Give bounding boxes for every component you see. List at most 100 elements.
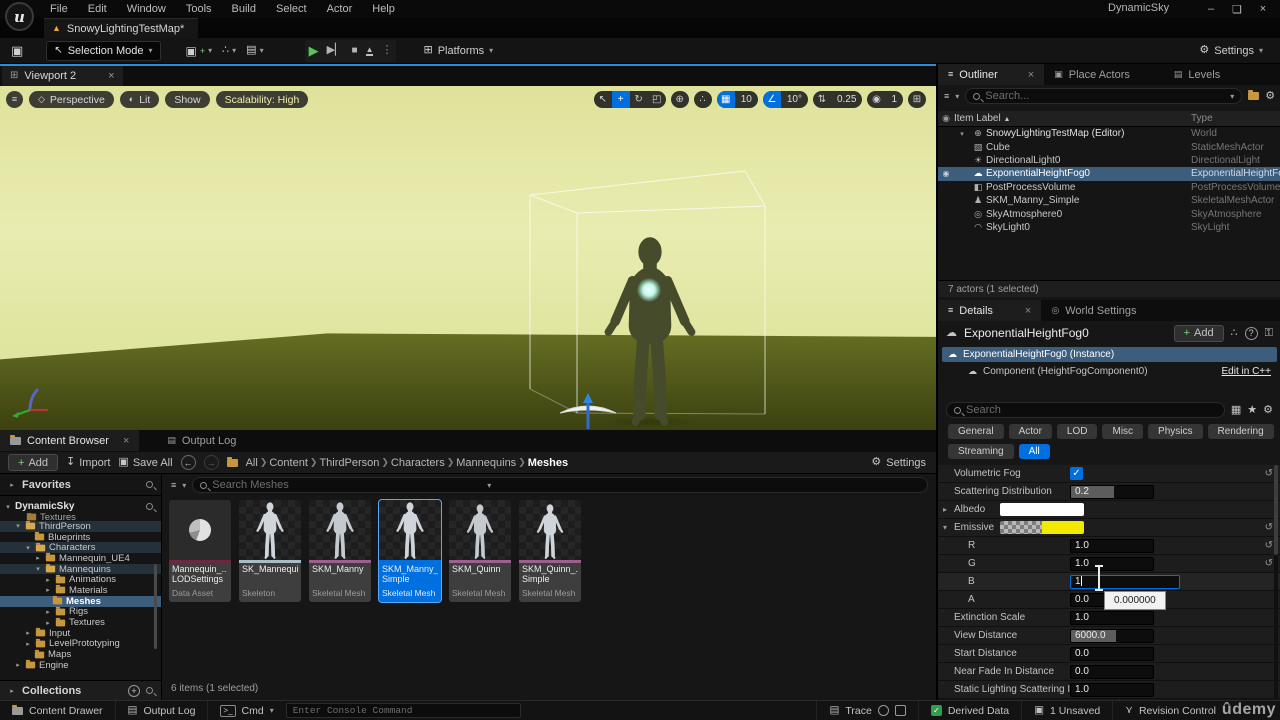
save-icon[interactable]: ▣ (6, 42, 28, 60)
minimize-button[interactable]: – (1198, 3, 1224, 15)
outliner-search[interactable]: ▾ (965, 88, 1242, 104)
translate-gizmo[interactable] (556, 391, 620, 431)
tree-item-maps[interactable]: Maps (0, 649, 161, 660)
tree-item-levelprototyping[interactable]: ▸ LevelPrototyping (0, 639, 161, 650)
menu-item-select[interactable]: Select (266, 3, 317, 15)
tree-item-textures-clipped[interactable]: Textures (0, 513, 161, 521)
cinematics-button[interactable]: ▤▾ (241, 42, 268, 60)
scale-snap-value[interactable]: 0.25 (831, 91, 862, 108)
close-icon[interactable]: × (1025, 305, 1031, 317)
collections-header[interactable]: ▸ Collections + (0, 680, 161, 700)
outliner-row[interactable]: ▾ ⊕ SnowyLightingTestMap (Editor) World (938, 127, 1280, 140)
move-tool-icon[interactable]: + (612, 91, 630, 108)
tree-item-characters[interactable]: ▾ Characters (0, 542, 161, 553)
close-button[interactable]: × (1250, 3, 1276, 15)
reset-icon[interactable]: ↺ (1265, 522, 1273, 533)
expand-arrow-icon[interactable]: ▸ (938, 505, 952, 514)
reset-icon[interactable]: ↺ (1265, 558, 1273, 569)
tree-item-thirdperson[interactable]: ▾ ThirdPerson (0, 521, 161, 532)
trace-button[interactable]: ▤ Trace (816, 701, 917, 720)
collapse-arrow-icon[interactable]: ▾ (938, 523, 952, 532)
near-fade-in-distance-field[interactable]: 0.0 (1070, 665, 1154, 679)
menu-item-window[interactable]: Window (117, 3, 176, 15)
menu-item-actor[interactable]: Actor (317, 3, 363, 15)
outliner-search-input[interactable] (985, 90, 1225, 102)
settings-dropdown[interactable]: ⚙ Settings ▾ (1194, 42, 1268, 60)
search-icon[interactable] (146, 481, 153, 488)
menu-item-tools[interactable]: Tools (176, 3, 222, 15)
item-label-column[interactable]: Item Label ▲ (954, 113, 1191, 124)
camera-speed-icon[interactable]: ◉ (867, 91, 885, 108)
output-log-button[interactable]: ▤ Output Log (116, 701, 209, 720)
emissive-color-swatch[interactable] (1000, 521, 1084, 534)
component-row-instance[interactable]: ☁ ExponentialHeightFog0 (Instance) (942, 347, 1277, 362)
level-tab[interactable]: ▲ SnowyLightingTestMap* (44, 18, 198, 38)
maximize-viewport-icon[interactable]: ⊞ (908, 91, 926, 108)
eject-icon[interactable]: ▲ (366, 46, 374, 56)
console-command-input[interactable] (293, 705, 514, 716)
r-field[interactable]: 1.0 (1070, 539, 1154, 553)
details-search[interactable] (946, 402, 1225, 418)
tree-item-materials[interactable]: ▸ Materials (0, 585, 161, 596)
tree-item-mannequins[interactable]: ▾ Mannequins (0, 564, 161, 575)
add-actor-button[interactable]: ▣+▾ (181, 42, 218, 60)
restore-button[interactable]: ❏ (1224, 3, 1250, 16)
display-options-icon[interactable]: ▦ (1231, 405, 1241, 416)
viewport-scene[interactable]: ≡ ◇Perspective ◐Lit Show Scalability: Hi… (0, 86, 936, 432)
scrollbar-thumb[interactable] (1274, 465, 1278, 555)
favorites-header[interactable]: ▸ Favorites (0, 474, 161, 496)
edit-in-cpp-link[interactable]: Edit in C++ (1222, 366, 1271, 377)
filter-icon[interactable]: ≡ (944, 92, 949, 101)
outliner-row[interactable]: ▧ Cube StaticMeshActor (938, 140, 1280, 153)
tree-item-mannequin-ue4[interactable]: ▸ Mannequin_UE4 (0, 553, 161, 564)
save-all-button[interactable]: ▣Save All (118, 457, 172, 469)
breadcrumb-item[interactable]: Mannequins (456, 457, 516, 469)
asset-tile-skm-quinn-simple[interactable]: SKM_Quinn_.. Simple Skeletal Mesh (519, 500, 581, 602)
cb-settings-button[interactable]: ⚙ Settings (871, 457, 926, 469)
category-misc[interactable]: Misc (1102, 424, 1143, 439)
outliner-row[interactable]: ◧ PostProcessVolume PostProcessVolume (938, 181, 1280, 194)
component-row[interactable]: ☁ Component (HeightFogComponent0) Edit i… (942, 364, 1277, 379)
extinction-scale-field[interactable]: 1.0 (1070, 611, 1154, 625)
category-rendering[interactable]: Rendering (1208, 424, 1274, 439)
surface-snap-icon[interactable]: ∴ (694, 91, 712, 108)
perspective-dropdown[interactable]: ◇Perspective (29, 91, 114, 108)
selection-mode-dropdown[interactable]: ↖ Selection Mode ▾ (46, 41, 160, 61)
lit-dropdown[interactable]: ◐Lit (120, 91, 160, 108)
outliner-row-selected[interactable]: ◉ ☁ ExponentialHeightFog0 ExponentialHei… (938, 167, 1280, 180)
menu-item-edit[interactable]: Edit (78, 3, 117, 15)
outliner-row[interactable]: ◎ SkyAtmosphere0 SkyAtmosphere (938, 207, 1280, 220)
blueprint-icon[interactable]: ∴ (1231, 328, 1238, 339)
details-scrollbar[interactable] (1274, 465, 1278, 699)
asset-tile-sk-mannequin[interactable]: SK_Mannequin Skeleton (239, 500, 301, 602)
new-folder-icon[interactable] (1248, 92, 1259, 100)
back-icon[interactable]: ← (181, 455, 196, 470)
tab-levels[interactable]: ▤ Levels (1164, 64, 1230, 85)
add-collection-icon[interactable]: + (128, 685, 140, 697)
filter-icon[interactable]: ≡ (171, 481, 176, 490)
asset-tile-skm-manny-simple-selected[interactable]: SKM_Manny_.. Simple Skeletal Mesh (379, 500, 441, 602)
asset-search-input[interactable] (212, 479, 482, 491)
stop-icon[interactable]: ■ (352, 46, 358, 56)
asset-tile-skm-manny[interactable]: SKM_Manny Skeletal Mesh (309, 500, 371, 602)
tree-item-blueprints[interactable]: Blueprints (0, 532, 161, 543)
tree-item-engine[interactable]: ▸ Engine (0, 660, 161, 671)
tree-item-meshes-selected[interactable]: Meshes (0, 596, 161, 607)
close-icon[interactable]: × (123, 435, 129, 447)
viewport-tab[interactable]: ⊞ Viewport 2 × (2, 66, 123, 86)
category-all[interactable]: All (1019, 444, 1050, 459)
start-distance-field[interactable]: 0.0 (1070, 647, 1154, 661)
blueprints-button[interactable]: ∴▾ (217, 42, 241, 60)
breadcrumb-item-current[interactable]: Meshes (528, 457, 568, 469)
platforms-dropdown[interactable]: ⊞ Platforms ▾ (418, 42, 498, 60)
grid-snap-value[interactable]: 10 (735, 91, 758, 108)
snapshot-icon[interactable] (895, 705, 906, 716)
outliner-row[interactable]: ☀ DirectionalLight0 DirectionalLight (938, 154, 1280, 167)
tree-item-input[interactable]: ▸ Input (0, 628, 161, 639)
tree-item-rigs[interactable]: ▸ Rigs (0, 607, 161, 618)
scalability-button[interactable]: Scalability: High (216, 91, 309, 108)
rotate-tool-icon[interactable]: ↻ (630, 91, 648, 108)
category-lod[interactable]: LOD (1057, 424, 1098, 439)
help-icon[interactable]: ? (1245, 327, 1258, 340)
more-options-icon[interactable]: ⋮ (381, 45, 392, 56)
